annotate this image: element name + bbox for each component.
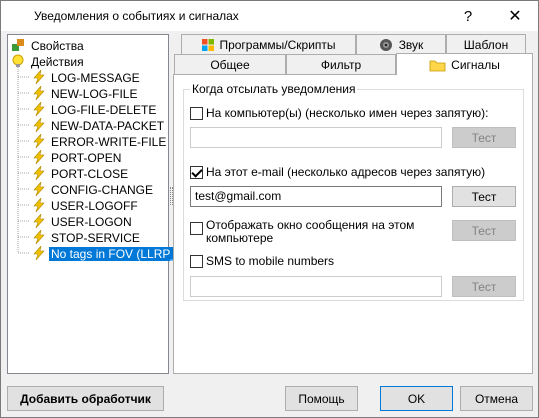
tab-label: Звук: [398, 37, 424, 52]
popup-label-line1: Отображать окно сообщения на этом: [206, 218, 415, 232]
sms-checkbox-label: SMS to mobile numbers: [206, 254, 335, 268]
tree-item-label: LOG-FILE-DELETE: [51, 103, 157, 117]
tree-item-action[interactable]: ERROR-WRITE-FILE: [32, 134, 168, 150]
tab-label: Программы/Скрипты: [219, 37, 336, 52]
tree-item-action[interactable]: PORT-OPEN: [32, 150, 123, 166]
lightning-bolt-icon: [33, 166, 45, 180]
actions-tree[interactable]: Свойства Действия LOG-MESSAGE NEW-LOG-FI…: [7, 34, 180, 374]
lightning-bolt-icon: [33, 182, 45, 196]
tree-item-properties[interactable]: Свойства: [11, 38, 86, 54]
lightning-bolt-icon: [33, 102, 45, 116]
lightning-bolt-icon: [33, 214, 45, 228]
ok-button[interactable]: OK: [380, 386, 453, 411]
tree-item-label: NEW-LOG-FILE: [51, 87, 138, 101]
lightning-bolt-icon: [33, 246, 45, 260]
tab-label: Сигналы: [451, 57, 500, 72]
sms-checkbox-row[interactable]: SMS to mobile numbers: [190, 254, 334, 268]
tree-item-label: No tags in FOV (LLRP_: [49, 247, 180, 261]
tree-item-action[interactable]: LOG-FILE-DELETE: [32, 102, 158, 118]
popup-checkbox[interactable]: [190, 222, 203, 235]
tree-item-action[interactable]: CONFIG-CHANGE: [32, 182, 155, 198]
close-button[interactable]: ✕: [492, 1, 538, 31]
lightning-bolt-icon: [33, 134, 45, 148]
tab-label: Шаблон: [463, 37, 509, 52]
lightning-bolt-icon: [33, 118, 45, 132]
tree-item-action[interactable]: NEW-LOG-FILE: [32, 86, 139, 102]
tree-item-action[interactable]: USER-LOGON: [32, 214, 134, 230]
tab-label: Общее: [210, 57, 250, 72]
help-title-button[interactable]: ?: [445, 1, 491, 31]
popup-test-button[interactable]: Тест: [452, 220, 516, 241]
popup-checkbox-label: Отображать окно сообщения на этом компью…: [206, 219, 414, 245]
tab-sound[interactable]: Звук: [356, 34, 446, 54]
notification-group: Когда отсылать уведомления На компьютер(…: [183, 82, 524, 301]
group-title: Когда отсылать уведомления: [190, 82, 358, 96]
tab-programs[interactable]: Программы/Скрипты: [181, 34, 356, 54]
tree-item-action[interactable]: USER-LOGOFF: [32, 198, 140, 214]
email-field[interactable]: test@gmail.com: [190, 186, 442, 207]
computer-checkbox[interactable]: [190, 107, 203, 120]
computer-checkbox-row[interactable]: На компьютер(ы) (несколько имен через за…: [190, 106, 488, 120]
tree-item-label: PORT-OPEN: [51, 151, 122, 165]
lightning-bolt-icon: [33, 150, 45, 164]
tree-item-label: CONFIG-CHANGE: [51, 183, 153, 197]
tree-item-label: Свойства: [31, 39, 84, 53]
add-handler-button[interactable]: Добавить обработчик: [7, 386, 164, 411]
folder-icon: [429, 60, 446, 71]
popup-label-line2: компьютере: [206, 231, 274, 245]
tree-item-label: Действия: [31, 55, 84, 69]
sms-numbers-field[interactable]: [190, 276, 442, 297]
lightning-bolt-icon: [33, 198, 45, 212]
properties-icon: [12, 39, 24, 51]
tree-item-action[interactable]: STOP-SERVICE: [32, 230, 142, 246]
tree-item-label: ERROR-WRITE-FILE: [51, 135, 167, 149]
windows-logo-icon: [202, 38, 215, 51]
tree-item-label: PORT-CLOSE: [51, 167, 129, 181]
speaker-icon: [379, 38, 392, 51]
lightning-bolt-icon: [33, 70, 45, 84]
email-test-button[interactable]: Тест: [452, 186, 516, 207]
tree-item-label: USER-LOGOFF: [51, 199, 138, 213]
tab-signals[interactable]: Сигналы: [396, 53, 533, 75]
lightning-bolt-icon: [33, 86, 45, 100]
tree-item-label: LOG-MESSAGE: [51, 71, 140, 85]
tree-item-action-selected[interactable]: No tags in FOV (LLRP_: [32, 246, 180, 262]
help-button[interactable]: Помощь: [285, 386, 358, 411]
email-checkbox-label: На этот e-mail (несколько адресов через …: [206, 165, 486, 179]
computer-test-button[interactable]: Тест: [452, 127, 516, 148]
tab-label: Фильтр: [320, 57, 362, 72]
computer-checkbox-label: На компьютер(ы) (несколько имен через за…: [206, 106, 489, 120]
tree-item-label: STOP-SERVICE: [51, 231, 140, 245]
tree-item-label: USER-LOGON: [51, 215, 132, 229]
email-checkbox[interactable]: [190, 166, 203, 179]
computer-names-field[interactable]: [190, 127, 442, 148]
tree-item-actions[interactable]: Действия: [11, 54, 86, 70]
email-checkbox-row[interactable]: На этот e-mail (несколько адресов через …: [190, 165, 485, 179]
title-bar: Уведомления о событиях и сигналах ? ✕: [1, 1, 538, 31]
tree-item-label: NEW-DATA-PACKET: [51, 119, 165, 133]
tab-general[interactable]: Общее: [174, 54, 286, 74]
popup-checkbox-row[interactable]: Отображать окно сообщения на этом компью…: [190, 219, 414, 245]
tab-template[interactable]: Шаблон: [446, 34, 526, 54]
window-title: Уведомления о событиях и сигналах: [34, 9, 239, 23]
sms-checkbox[interactable]: [190, 255, 203, 268]
signals-tab-panel: Когда отсылать уведомления На компьютер(…: [173, 74, 533, 374]
tab-filter[interactable]: Фильтр: [286, 54, 396, 74]
tree-item-action[interactable]: PORT-CLOSE: [32, 166, 130, 182]
lightbulb-icon: [12, 54, 24, 67]
tree-item-action[interactable]: NEW-DATA-PACKET: [32, 118, 166, 134]
notification-dialog: Уведомления о событиях и сигналах ? ✕ Св…: [0, 0, 539, 418]
lightning-bolt-icon: [33, 230, 45, 244]
sms-test-button[interactable]: Тест: [452, 276, 516, 297]
tree-item-action[interactable]: LOG-MESSAGE: [32, 70, 142, 86]
cancel-button[interactable]: Отмена: [460, 386, 533, 411]
